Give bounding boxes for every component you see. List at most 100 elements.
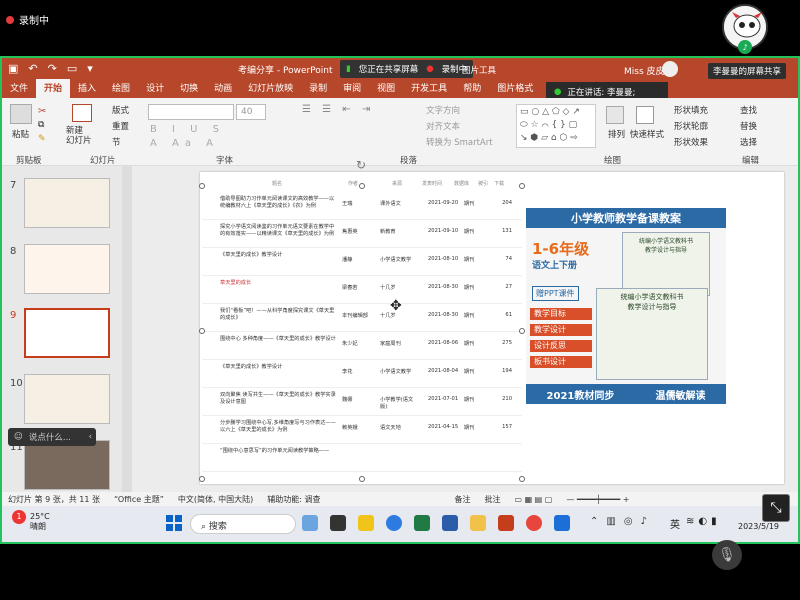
ad-subtitle: 语文上下册	[532, 261, 578, 271]
expand-icon[interactable]: ⤡	[762, 494, 790, 522]
resize-handle[interactable]	[359, 183, 365, 189]
slide-thumbnail-8[interactable]	[24, 244, 110, 294]
resize-handle[interactable]	[519, 476, 525, 482]
notes-button[interactable]: 备注	[454, 494, 470, 505]
chat-input[interactable]: ☺ 说点什么... ‹	[8, 428, 96, 446]
tab-help[interactable]: 帮助	[455, 79, 489, 98]
browser-icon[interactable]	[386, 515, 402, 531]
paste-button[interactable]: 粘贴	[12, 128, 29, 140]
tab-review[interactable]: 审阅	[335, 79, 369, 98]
excel-icon[interactable]	[414, 515, 430, 531]
start-button[interactable]	[166, 515, 182, 531]
book-advert-image[interactable]: 小学教师教学备课教案 1-6年级 语文上下册 赠PPT课件 教学目标 教学设计 …	[526, 208, 726, 404]
tab-picture-format[interactable]: 图片格式	[489, 79, 541, 98]
reset-button[interactable]: 重置	[112, 120, 129, 132]
resize-handle[interactable]	[519, 183, 525, 189]
tab-record[interactable]: 录制	[301, 79, 335, 98]
redo-icon[interactable]: ↷	[48, 62, 57, 75]
tab-design[interactable]: 设计	[138, 79, 172, 98]
format-painter-icon[interactable]: ✎	[38, 134, 50, 144]
slide-thumbnail-7[interactable]	[24, 178, 110, 228]
taskbar-search[interactable]: ⌕ 搜索	[190, 514, 296, 534]
slide-thumbnail-10[interactable]	[24, 374, 110, 424]
thumbnails-scrollbar[interactable]	[122, 166, 132, 492]
tab-draw[interactable]: 绘图	[104, 79, 138, 98]
screen: 录制中 ♪ ▣ ↶ ↷ ▭ ▾ 考编分享 - PowerPoint ▮ 您正在共…	[0, 0, 800, 600]
tab-animations[interactable]: 动画	[206, 79, 240, 98]
chevron-left-icon[interactable]: ‹	[89, 432, 92, 442]
tab-insert[interactable]: 插入	[70, 79, 104, 98]
user-avatar[interactable]	[662, 61, 678, 77]
arrange-icon[interactable]	[606, 106, 624, 124]
tab-home[interactable]: 开始	[36, 79, 71, 98]
ime-indicator[interactable]: 英	[670, 516, 680, 531]
undo-icon[interactable]: ↶	[28, 62, 37, 75]
system-tray-icons[interactable]: ⌃▥◎♪	[590, 516, 655, 527]
font-name-dropdown[interactable]	[148, 104, 234, 120]
resize-handle[interactable]	[519, 328, 525, 334]
screen-share-banner[interactable]: ▮ 您正在共享屏幕 ● 录制中	[340, 60, 474, 78]
tab-file[interactable]: 文件	[2, 79, 36, 98]
new-slide-icon[interactable]	[72, 104, 92, 122]
mic-muted-icon[interactable]: 🎙	[712, 540, 742, 570]
network-volume-icons[interactable]: ≋◐▮	[686, 516, 721, 527]
paste-icon[interactable]	[10, 104, 32, 124]
arrange-button[interactable]: 排列	[608, 128, 625, 140]
slide-thumbnail-9[interactable]	[24, 308, 110, 358]
qq-icon[interactable]	[358, 515, 374, 531]
tab-slideshow[interactable]: 幻灯片放映	[240, 79, 301, 98]
pasted-table-image[interactable]: 题名 作者 来源 发表时间 数据库 被引 下载 借助导图助力习作单元阅读课文的高…	[202, 180, 522, 482]
chrome-icon[interactable]	[526, 515, 542, 531]
tab-view[interactable]: 视图	[369, 79, 403, 98]
quick-styles-button[interactable]: 快速样式	[630, 128, 664, 140]
zoom-slider[interactable]: — ━━━━┿━━━━ +	[566, 495, 629, 504]
shape-fill-button[interactable]: 形状填充	[674, 104, 708, 116]
emoji-icon[interactable]: ☺	[14, 432, 23, 442]
find-button[interactable]: 查找	[740, 104, 757, 116]
align-text-button[interactable]: 对齐文本	[426, 120, 460, 132]
present-icon[interactable]: ▭	[67, 62, 77, 75]
language[interactable]: 中文(简体, 中国大陆)	[178, 494, 253, 505]
signal-icon: ▮	[346, 64, 351, 74]
font-size-dropdown[interactable]: 40	[236, 104, 266, 120]
copy-icon[interactable]: ⧉	[38, 120, 50, 130]
cut-icon[interactable]: ✂	[38, 106, 50, 117]
resize-handle[interactable]	[199, 183, 205, 189]
shapes-gallery[interactable]: ▭ ○ △ ⬠ ◇ ↗ ⬭ ☆ ⌒ { } ▢ ↘ ⬢ ▱ ⌂ ⬡ ⇨	[516, 104, 596, 148]
word-icon[interactable]	[442, 515, 458, 531]
tab-developer[interactable]: 开发工具	[403, 79, 455, 98]
font-color-buttons[interactable]: A Aa A	[150, 138, 219, 149]
shape-effects-button[interactable]: 形状效果	[674, 136, 708, 148]
save-icon[interactable]: ▣	[8, 62, 18, 75]
font-style-buttons[interactable]: B I U S	[150, 124, 225, 135]
smartart-button[interactable]: 转换为 SmartArt	[426, 136, 493, 148]
text-direction-button[interactable]: 文字方向	[426, 104, 460, 116]
speaking-text: 正在讲话: 李曼曼;	[567, 88, 636, 98]
powerpoint-icon[interactable]	[498, 515, 514, 531]
file-explorer-icon[interactable]	[470, 515, 486, 531]
rotate-handle-icon[interactable]: ↻	[356, 158, 366, 172]
weather-widget[interactable]: 25°C 晴朗	[30, 512, 50, 532]
ad-grade: 1-6年级	[532, 240, 590, 258]
resize-handle[interactable]	[359, 476, 365, 482]
view-buttons[interactable]: ▭ ▦ ▤ ▢	[514, 495, 552, 504]
user-name[interactable]: Miss 皮皮	[624, 64, 665, 77]
slide-thumbnail-11[interactable]	[24, 440, 110, 490]
shape-outline-button[interactable]: 形状轮廓	[674, 120, 708, 132]
quick-styles-icon[interactable]	[636, 106, 654, 124]
resize-handle[interactable]	[199, 476, 205, 482]
select-button[interactable]: 选择	[740, 136, 757, 148]
section-button[interactable]: 节	[112, 136, 121, 148]
accessibility[interactable]: 辅助功能: 调查	[267, 494, 320, 505]
comments-button[interactable]: 批注	[484, 494, 500, 505]
layout-button[interactable]: 版式	[112, 104, 129, 116]
customize-icon[interactable]: ▾	[87, 62, 93, 75]
tab-transitions[interactable]: 切换	[172, 79, 206, 98]
new-slide-button[interactable]: 新建 幻灯片	[66, 126, 92, 146]
meeting-app-icon[interactable]	[554, 515, 570, 531]
app-icon[interactable]	[302, 515, 318, 531]
resize-handle[interactable]	[199, 328, 205, 334]
app-icon[interactable]	[330, 515, 346, 531]
list-buttons[interactable]: ☰ ☰ ⇤ ⇥	[302, 104, 374, 115]
replace-button[interactable]: 替换	[740, 120, 757, 132]
